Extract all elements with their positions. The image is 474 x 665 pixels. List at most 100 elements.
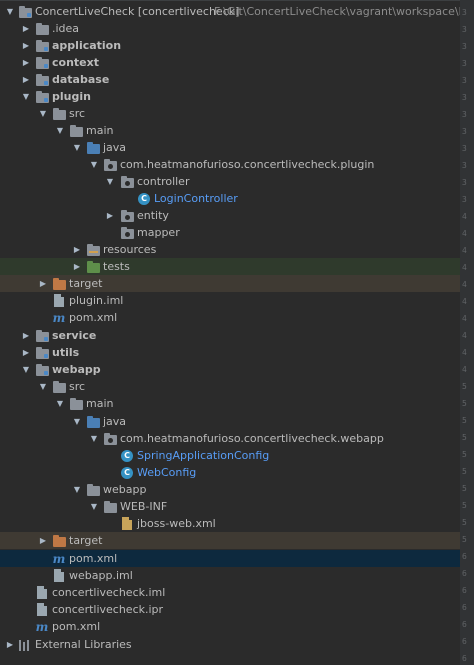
tree-row-webapp-src[interactable]: ▼ src [0,378,460,395]
tree-row-webapp-target[interactable]: ▶ target [0,532,460,549]
folder-icon [69,396,83,411]
module-folder-icon [35,38,49,53]
folder-label: WEB-INF [120,500,168,513]
folder-label: tests [103,260,130,273]
expand-arrow-icon[interactable]: ▼ [88,156,100,173]
expand-arrow-icon[interactable]: ▼ [104,173,116,190]
tree-row-web-inf[interactable]: ▼ WEB-INF [0,498,460,515]
line-number: 6 [462,654,467,663]
line-number: 3 [462,42,467,51]
collapsed-arrow-icon[interactable]: ▶ [20,71,32,88]
collapsed-arrow-icon[interactable]: ▶ [20,327,32,344]
expand-arrow-icon[interactable]: ▼ [4,3,16,20]
tree-row-web-config[interactable]: C WebConfig [0,464,460,481]
expand-arrow-icon[interactable]: ▼ [54,395,66,412]
tree-row-spring-config[interactable]: C SpringApplicationConfig [0,447,460,464]
expand-arrow-icon[interactable]: ▼ [20,88,32,105]
line-number: 5 [462,382,467,391]
class-icon: C [137,191,151,206]
line-number: 6 [462,603,467,612]
tree-row-service[interactable]: ▶ service [0,327,460,344]
tree-row-tests[interactable]: ▶ tests [0,258,460,275]
line-number: 5 [462,484,467,493]
tree-row-webapp-package[interactable]: ▼ com.heatmanofurioso.concertlivecheck.w… [0,430,460,447]
tree-row-controller[interactable]: ▼ controller [0,173,460,190]
tree-row-webapp-folder[interactable]: ▼ webapp [0,481,460,498]
module-label: webapp [52,363,101,376]
expand-arrow-icon[interactable]: ▼ [20,361,32,378]
tree-row-plugin-src[interactable]: ▼ src [0,105,460,122]
line-number: 6 [462,637,467,646]
root-path-label: F:\Git\ConcertLiveCheck\vagrant\workspac… [214,5,460,18]
tree-row-database[interactable]: ▶ database [0,71,460,88]
tree-row-webapp[interactable]: ▼ webapp [0,361,460,378]
tree-row-plugin-java[interactable]: ▼ java [0,139,460,156]
module-label: plugin [52,90,91,103]
module-folder-icon [18,4,32,19]
line-number: 4 [462,365,467,374]
tree-row-jboss-web[interactable]: jboss-web.xml [0,515,460,532]
tree-row-root-iml[interactable]: concertlivecheck.iml [0,584,460,601]
tree-row-plugin-target[interactable]: ▶ target [0,275,460,292]
expand-arrow-icon[interactable]: ▼ [71,413,83,430]
line-number: 3 [462,25,467,34]
tree-row-webapp-iml[interactable]: webapp.iml [0,567,460,584]
line-number: 5 [462,467,467,476]
tree-row-mapper[interactable]: mapper [0,224,460,241]
folder-icon [35,21,49,36]
collapsed-arrow-icon[interactable]: ▶ [37,532,49,549]
tree-row-webapp-main[interactable]: ▼ main [0,395,460,412]
tree-row-idea[interactable]: ▶ .idea [0,20,460,37]
tree-row-plugin-iml[interactable]: plugin.iml [0,292,460,309]
line-number: 4 [462,314,467,323]
expand-arrow-icon[interactable]: ▼ [71,139,83,156]
collapsed-arrow-icon[interactable]: ▶ [20,37,32,54]
iml-file-icon [35,585,49,600]
line-number: 4 [462,331,467,340]
collapsed-arrow-icon[interactable]: ▶ [37,275,49,292]
module-label: service [52,329,97,342]
tree-row-resources[interactable]: ▶ resources [0,241,460,258]
collapsed-arrow-icon[interactable]: ▶ [20,344,32,361]
tree-row-root[interactable]: ▼ ConcertLiveCheck [concertlivecheck] F:… [0,3,460,20]
collapsed-arrow-icon[interactable]: ▶ [20,20,32,37]
tree-row-entity[interactable]: ▶ entity [0,207,460,224]
collapsed-arrow-icon[interactable]: ▶ [104,207,116,224]
tree-row-plugin-main[interactable]: ▼ main [0,122,460,139]
expand-arrow-icon[interactable]: ▼ [88,430,100,447]
expand-arrow-icon[interactable]: ▼ [71,481,83,498]
file-label: pom.xml [69,311,118,324]
tree-row-utils[interactable]: ▶ utils [0,344,460,361]
expand-arrow-icon[interactable]: ▼ [37,105,49,122]
tree-row-context[interactable]: ▶ context [0,54,460,71]
collapsed-arrow-icon[interactable]: ▶ [71,258,83,275]
tree-row-webapp-java[interactable]: ▼ java [0,413,460,430]
tree-row-login-controller[interactable]: C LoginController [0,190,460,207]
collapsed-arrow-icon[interactable]: ▶ [71,241,83,258]
tree-row-plugin-pom[interactable]: m pom.xml [0,309,460,326]
folder-icon [52,106,66,121]
tree-row-root-ipr[interactable]: concertlivecheck.ipr [0,601,460,618]
collapsed-arrow-icon[interactable]: ▶ [4,636,16,653]
ipr-file-icon [35,602,49,617]
collapsed-arrow-icon[interactable]: ▶ [20,54,32,71]
expand-arrow-icon[interactable]: ▼ [54,122,66,139]
web-folder-icon [86,482,100,497]
line-number: 3 [462,59,467,68]
file-label: jboss-web.xml [137,517,216,530]
module-folder-icon [35,72,49,87]
tree-row-root-pom[interactable]: m pom.xml [0,618,460,635]
tree-row-plugin-package[interactable]: ▼ com.heatmanofurioso.concertlivecheck.p… [0,156,460,173]
folder-label: src [69,380,86,393]
xml-file-icon [120,516,134,531]
tree-row-application[interactable]: ▶ application [0,37,460,54]
tree-row-webapp-pom[interactable]: m pom.xml [0,550,460,567]
line-number: 3 [462,76,467,85]
line-number: 4 [462,297,467,306]
line-number: 3 [462,195,467,204]
expand-arrow-icon[interactable]: ▼ [37,378,49,395]
expand-arrow-icon[interactable]: ▼ [88,498,100,515]
folder-label: main [86,124,114,137]
tree-row-external-libraries[interactable]: ▶ External Libraries [0,636,460,653]
tree-row-plugin[interactable]: ▼ plugin [0,88,460,105]
